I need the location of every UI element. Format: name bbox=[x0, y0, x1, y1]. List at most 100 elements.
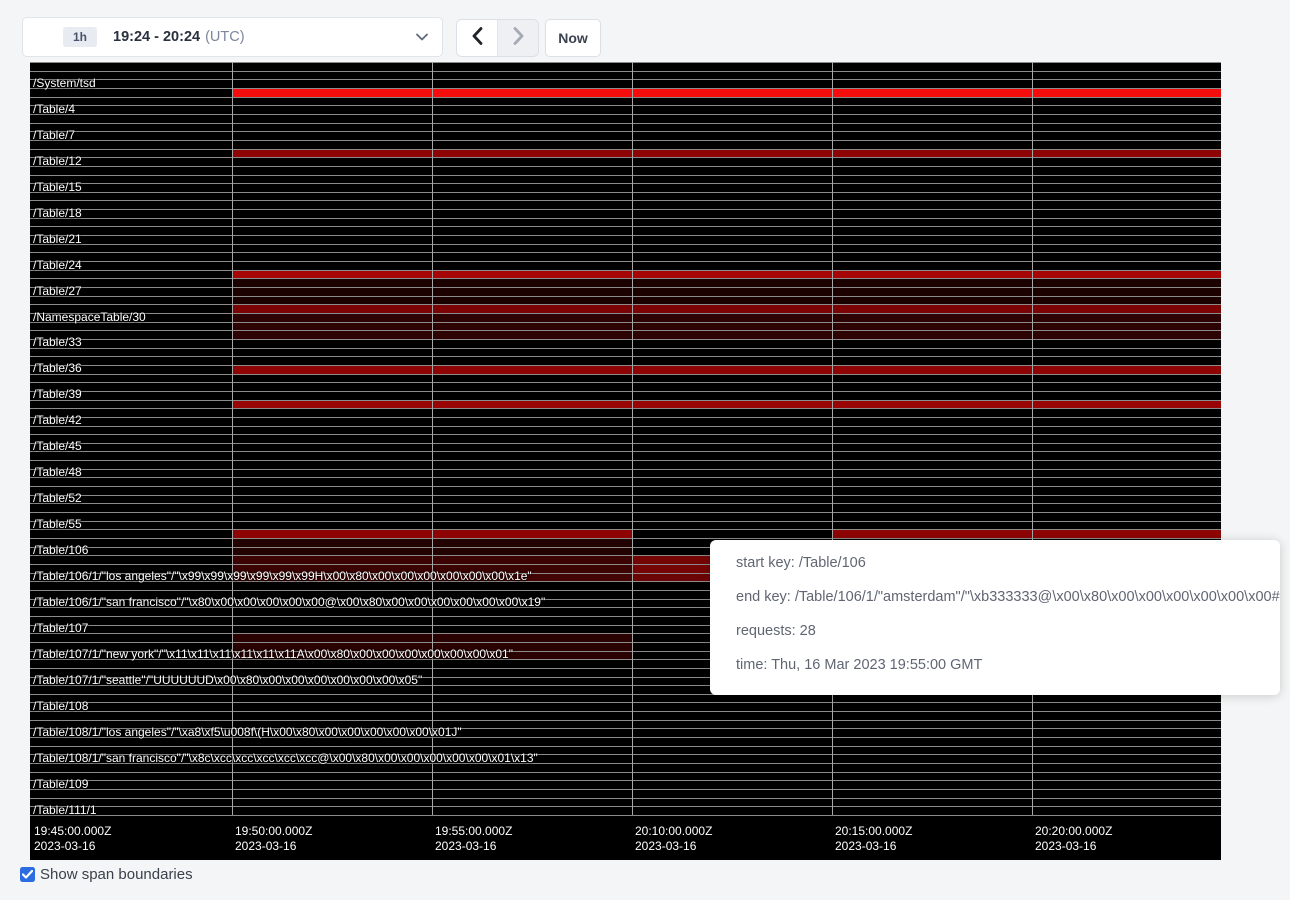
x-tick-time: 20:15:00.000Z bbox=[835, 824, 912, 839]
span-boundary-line bbox=[30, 521, 1221, 522]
span-boundary-line bbox=[30, 486, 1221, 487]
row-label: /Table/106/1/"los angeles"/"\x99\x99\x99… bbox=[33, 570, 532, 583]
span-boundary-line bbox=[30, 512, 1221, 513]
span-boundary-line bbox=[30, 105, 1221, 106]
time-gridline bbox=[232, 62, 233, 815]
x-axis-tick: 20:10:00.000Z2023-03-16 bbox=[635, 824, 712, 854]
span-boundary-line bbox=[30, 495, 1221, 496]
span-boundary-line bbox=[30, 798, 1221, 799]
row-label: /Table/109 bbox=[33, 778, 88, 791]
key-visualizer-canvas[interactable]: /System/tsd/Table/4/Table/7/Table/12/Tab… bbox=[30, 62, 1221, 860]
row-label: /Table/24 bbox=[33, 259, 82, 272]
tooltip-time: time: Thu, 16 Mar 2023 19:55:00 GMT bbox=[736, 655, 1254, 676]
span-boundary-line bbox=[30, 789, 1221, 790]
span-boundary-line bbox=[30, 503, 1221, 504]
heatmap-span-cell[interactable] bbox=[232, 366, 1221, 374]
span-boundary-line bbox=[30, 114, 1221, 115]
span-boundary-line bbox=[30, 339, 1221, 340]
chevron-down-icon bbox=[416, 33, 428, 41]
time-range-label: 19:24 - 20:24 bbox=[113, 29, 200, 45]
span-boundary-line bbox=[30, 62, 1221, 63]
span-boundary-line bbox=[30, 780, 1221, 781]
x-tick-date: 2023-03-16 bbox=[235, 839, 312, 854]
now-button[interactable]: Now bbox=[545, 19, 601, 57]
span-boundary-line bbox=[30, 460, 1221, 461]
time-gridline bbox=[1032, 62, 1033, 815]
span-boundary-line bbox=[30, 443, 1221, 444]
duration-badge: 1h bbox=[63, 27, 97, 47]
heatmap-span-cell[interactable] bbox=[232, 297, 1221, 304]
span-boundary-line bbox=[30, 702, 1221, 703]
span-boundary-line bbox=[30, 806, 1221, 807]
row-label: /Table/7 bbox=[33, 129, 75, 142]
prev-time-button[interactable] bbox=[457, 20, 498, 56]
x-tick-time: 20:20:00.000Z bbox=[1035, 824, 1112, 839]
span-boundary-line bbox=[30, 200, 1221, 201]
span-boundary-line bbox=[30, 417, 1221, 418]
time-nav-group bbox=[456, 19, 539, 57]
x-tick-time: 20:10:00.000Z bbox=[635, 824, 712, 839]
span-boundary-line bbox=[30, 711, 1221, 712]
time-range-selector[interactable]: 1h 19:24 - 20:24 (UTC) bbox=[22, 17, 443, 57]
span-boundary-line bbox=[30, 261, 1221, 262]
tooltip-end-key: end key: /Table/106/1/"amsterdam"/"\xb33… bbox=[736, 587, 1254, 608]
heatmap-span-cell[interactable] bbox=[232, 305, 1221, 313]
row-label: /Table/107/1/"seattle"/"UUUUUUD\x00\x80\… bbox=[33, 674, 422, 687]
tooltip-start-key: start key: /Table/106 bbox=[736, 553, 1254, 574]
x-axis-tick: 19:45:00.000Z2023-03-16 bbox=[34, 824, 111, 854]
span-boundary-line bbox=[30, 79, 1221, 80]
heatmap-span-cell[interactable] bbox=[832, 530, 1221, 538]
row-label: /Table/42 bbox=[33, 414, 82, 427]
row-label: /Table/39 bbox=[33, 388, 82, 401]
x-axis-tick: 19:50:00.000Z2023-03-16 bbox=[235, 824, 312, 854]
heatmap-span-cell[interactable] bbox=[232, 288, 1221, 296]
heatmap-span-cell[interactable] bbox=[232, 401, 1221, 408]
span-boundary-line bbox=[30, 374, 1221, 375]
show-span-boundaries-checkbox[interactable] bbox=[20, 867, 35, 882]
row-label: /Table/106 bbox=[33, 544, 88, 557]
row-label: /Table/27 bbox=[33, 285, 82, 298]
row-label: /Table/21 bbox=[33, 233, 82, 246]
span-boundary-line bbox=[30, 131, 1221, 132]
span-boundary-line bbox=[30, 772, 1221, 773]
span-boundary-line bbox=[30, 348, 1221, 349]
span-boundary-line bbox=[30, 218, 1221, 219]
row-label: /NamespaceTable/30 bbox=[33, 311, 146, 324]
check-icon bbox=[22, 866, 33, 884]
row-label: /Table/108 bbox=[33, 700, 88, 713]
x-axis-tick: 20:20:00.000Z2023-03-16 bbox=[1035, 824, 1112, 854]
span-boundary-line bbox=[30, 235, 1221, 236]
span-boundary-line bbox=[30, 408, 1221, 409]
heatmap-span-cell[interactable] bbox=[232, 331, 1221, 339]
next-time-button[interactable] bbox=[498, 20, 538, 56]
span-boundary-line bbox=[30, 192, 1221, 193]
time-gridline bbox=[832, 62, 833, 815]
span-boundary-line bbox=[30, 426, 1221, 427]
row-label: /Table/107 bbox=[33, 622, 88, 635]
heatmap-span-cell[interactable] bbox=[232, 271, 1221, 278]
row-label: /Table/18 bbox=[33, 207, 82, 220]
x-tick-date: 2023-03-16 bbox=[635, 839, 712, 854]
row-label: /Table/45 bbox=[33, 440, 82, 453]
heatmap-span-cell[interactable] bbox=[232, 89, 1221, 97]
time-gridline bbox=[432, 62, 433, 815]
heatmap-span-cell[interactable] bbox=[232, 150, 1221, 157]
row-label: /Table/111/1 bbox=[33, 804, 97, 817]
span-boundary-line bbox=[30, 451, 1221, 452]
heatmap-span-cell[interactable] bbox=[232, 323, 1221, 330]
span-tooltip: start key: /Table/106 end key: /Table/10… bbox=[710, 540, 1280, 695]
x-tick-time: 19:50:00.000Z bbox=[235, 824, 312, 839]
x-tick-date: 2023-03-16 bbox=[1035, 839, 1112, 854]
heatmap-span-cell[interactable] bbox=[232, 314, 1221, 322]
span-boundary-line bbox=[30, 209, 1221, 210]
span-boundary-line bbox=[30, 123, 1221, 124]
tooltip-requests: requests: 28 bbox=[736, 621, 1254, 642]
span-boundary-line bbox=[30, 720, 1221, 721]
chevron-left-icon bbox=[472, 27, 483, 50]
span-boundary-line bbox=[30, 71, 1221, 72]
heatmap-span-cell[interactable] bbox=[232, 279, 1221, 287]
x-axis-tick: 19:55:00.000Z2023-03-16 bbox=[435, 824, 512, 854]
span-boundary-line bbox=[30, 252, 1221, 253]
span-boundary-line bbox=[30, 356, 1221, 357]
row-label: /Table/107/1/"new york"/"\x11\x11\x11\x1… bbox=[33, 648, 513, 661]
